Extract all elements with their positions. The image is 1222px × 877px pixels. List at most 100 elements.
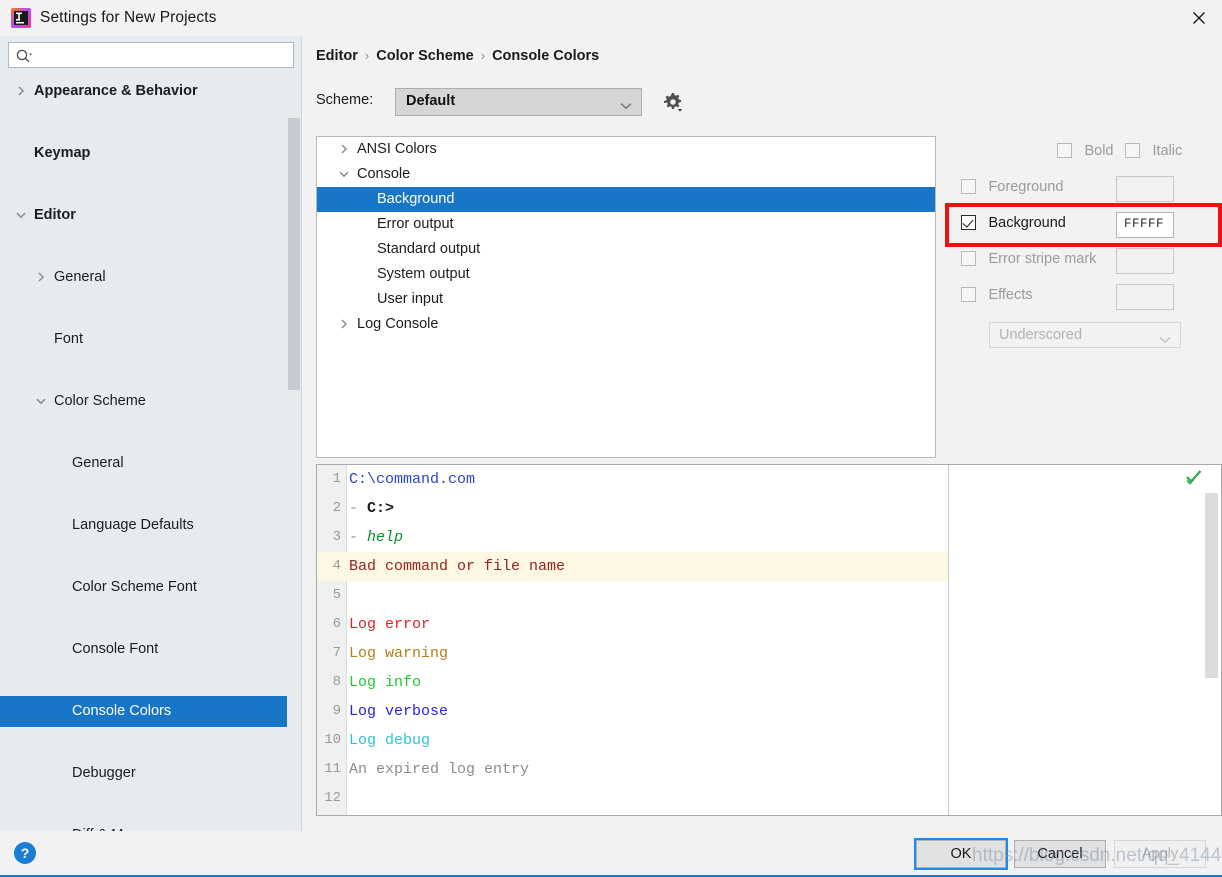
sidebar-item-general[interactable]: General	[0, 448, 301, 479]
preview-line-text: An expired log entry	[349, 755, 529, 784]
preview-segment: Log info	[349, 674, 422, 691]
attribute-item-standard-output[interactable]: Standard output	[317, 237, 935, 262]
error-stripe-color-swatch[interactable]	[1116, 248, 1174, 274]
background-option[interactable]: Background	[961, 214, 1066, 238]
preview-line-number: 8	[332, 674, 341, 690]
chevron-down-icon	[1159, 331, 1171, 349]
attribute-item-console[interactable]: Console	[317, 162, 935, 187]
breadcrumb-part[interactable]: Color Scheme	[376, 48, 474, 64]
foreground-checkbox[interactable]	[961, 179, 976, 195]
attribute-item-system-output[interactable]: System output	[317, 262, 935, 287]
sidebar-item-label: Color Scheme	[54, 393, 146, 409]
attribute-item-error-output[interactable]: Error output	[317, 212, 935, 237]
background-checkbox[interactable]	[961, 215, 976, 231]
sidebar-scrollbar[interactable]	[287, 70, 301, 831]
foreground-option[interactable]: Foreground	[961, 178, 1063, 202]
ok-button[interactable]: OK	[914, 838, 1008, 870]
italic-label: Italic	[1152, 142, 1183, 159]
preview-segment: Bad command or file name	[349, 558, 566, 575]
chevron-right-icon[interactable]	[14, 76, 28, 107]
sidebar-item-label: Console Font	[72, 641, 159, 657]
effects-option[interactable]: Effects	[961, 286, 1033, 310]
chevron-down-icon[interactable]	[337, 162, 351, 187]
breadcrumb-part[interactable]: Editor	[316, 48, 358, 64]
chevron-right-icon[interactable]	[337, 312, 351, 337]
chevron-right-icon[interactable]	[34, 262, 48, 293]
preview-segment: C:>	[367, 500, 395, 517]
sidebar-item-font[interactable]: Font	[0, 324, 301, 355]
chevron-right-icon[interactable]	[337, 137, 351, 162]
preview-segment: Log warning	[349, 645, 449, 662]
preview-scrollbar[interactable]	[1205, 479, 1220, 799]
sidebar-item-label: Font	[54, 331, 84, 347]
attribute-item-label: System output	[377, 266, 470, 282]
sidebar-item-keymap[interactable]: Keymap	[0, 138, 301, 169]
preview-line-text: Log verbose	[349, 697, 448, 726]
help-button[interactable]: ?	[14, 842, 36, 864]
close-icon[interactable]	[1176, 0, 1222, 36]
sidebar-item-label: Editor	[34, 207, 76, 223]
italic-option[interactable]: Italic	[1125, 142, 1182, 166]
chevron-down-icon[interactable]	[14, 200, 28, 231]
cancel-button[interactable]: Cancel	[1014, 840, 1106, 868]
sidebar-item-editor[interactable]: Editor	[0, 200, 301, 231]
bold-option[interactable]: Bold	[1057, 142, 1113, 166]
scheme-select[interactable]: Default	[395, 88, 642, 116]
attribute-item-background[interactable]: Background	[317, 187, 935, 212]
preview-line-number: 7	[332, 645, 341, 661]
sidebar-item-debugger[interactable]: Debugger	[0, 758, 301, 789]
preview-segment: -	[349, 529, 368, 546]
sidebar-item-label: Console Colors	[72, 703, 172, 719]
sidebar-item-console-font[interactable]: Console Font	[0, 634, 301, 665]
foreground-color-swatch[interactable]	[1116, 176, 1174, 202]
error-stripe-option[interactable]: Error stripe mark	[961, 250, 1096, 274]
background-color-swatch[interactable]: FFFFF	[1116, 212, 1174, 238]
preview-line-text: Log info	[349, 668, 421, 697]
preview-line: 9 Log verbose	[317, 697, 949, 726]
bold-checkbox[interactable]	[1057, 143, 1072, 159]
breadcrumb-part[interactable]: Console Colors	[492, 48, 599, 64]
effects-color-swatch[interactable]	[1116, 284, 1174, 310]
attribute-item-label: ANSI Colors	[357, 141, 437, 157]
sidebar-item-general[interactable]: General	[0, 262, 301, 293]
error-stripe-checkbox[interactable]	[961, 251, 976, 267]
preview-divider	[948, 465, 949, 815]
sidebar-item-label: Language Defaults	[72, 517, 194, 533]
preview-line-number: 5	[332, 587, 341, 603]
sidebar-item-console-colors[interactable]: Console Colors	[0, 696, 301, 727]
attribute-item-ansi-colors[interactable]: ANSI Colors	[317, 137, 935, 162]
preview-line-number: 12	[324, 790, 341, 806]
search-input[interactable]	[37, 43, 289, 67]
sidebar-item-language-defaults[interactable]: Language Defaults	[0, 510, 301, 541]
chevron-down-icon[interactable]	[34, 386, 48, 417]
sidebar-scrollbar-thumb[interactable]	[288, 118, 300, 390]
italic-checkbox[interactable]	[1125, 143, 1140, 159]
sidebar-item-diff-merge[interactable]: Diff & Merge	[0, 820, 301, 831]
preview-line: 5	[317, 581, 949, 610]
preview-scrollbar-thumb[interactable]	[1205, 493, 1218, 678]
preview-line: 7 Log warning	[317, 639, 949, 668]
effect-type-select[interactable]: Underscored	[989, 322, 1181, 348]
background-label: Background	[988, 214, 1066, 231]
preview-line-number: 9	[332, 703, 341, 719]
search-icon	[15, 48, 33, 69]
sidebar-item-appearance-behavior[interactable]: Appearance & Behavior	[0, 76, 301, 107]
attribute-item-label: Background	[377, 191, 455, 207]
preview-line: 8 Log info	[317, 668, 949, 697]
sidebar-item-label: General	[54, 269, 106, 285]
color-attributes-tree[interactable]: ANSI Colors Console Background Error output…	[316, 136, 936, 458]
gear-icon[interactable]	[660, 90, 686, 114]
effects-label: Effects	[988, 286, 1033, 303]
settings-sidebar: Appearance & Behavior Keymap Editor General…	[0, 36, 302, 831]
settings-dialog: Settings for New Projects Appearance & B…	[0, 0, 1222, 877]
sidebar-item-color-scheme[interactable]: Color Scheme	[0, 386, 301, 417]
color-preview-panel[interactable]: 1 C:\command.com 2- C:> 3- help 4 Bad command…	[316, 464, 1222, 816]
attribute-item-log-console[interactable]: Log Console	[317, 312, 935, 337]
sidebar-item-color-scheme-font[interactable]: Color Scheme Font	[0, 572, 301, 603]
preview-line-number: 11	[324, 761, 341, 777]
search-box[interactable]	[8, 42, 294, 68]
scheme-label: Scheme:	[316, 92, 374, 108]
preview-line-text: Log debug	[349, 726, 430, 755]
attribute-item-user-input[interactable]: User input	[317, 287, 935, 312]
effects-checkbox[interactable]	[961, 287, 976, 303]
